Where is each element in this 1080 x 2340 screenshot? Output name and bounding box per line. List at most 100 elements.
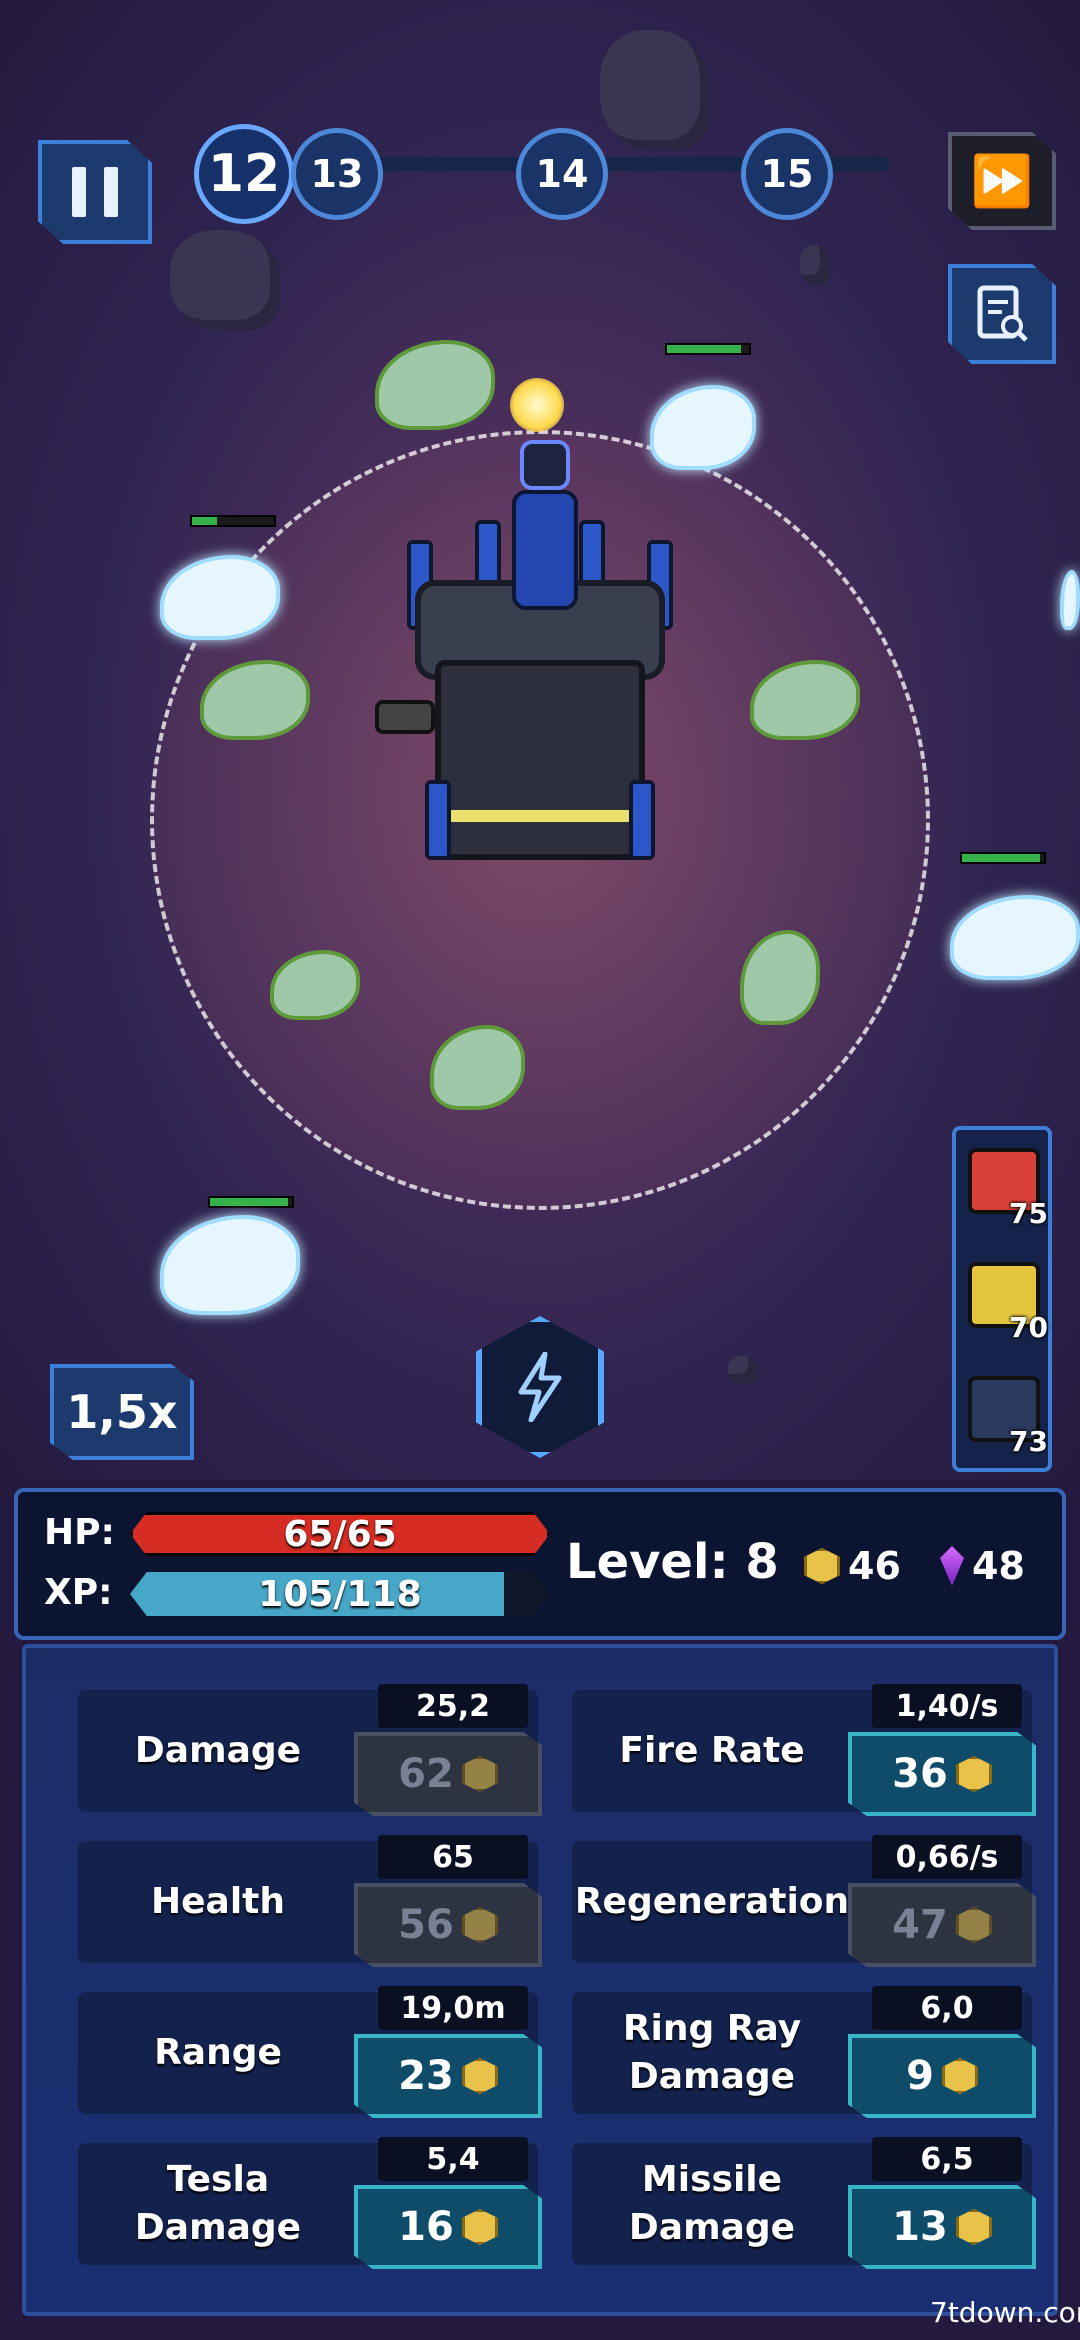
fast-forward-button[interactable]: ⏩ [948,132,1056,230]
hp-label: HP: [44,1512,115,1553]
rock [170,230,280,330]
upgrade-name: Missile Damage [628,2159,796,2248]
upgrade-buy-button[interactable]: 36 [848,1732,1036,1816]
upgrade-name: Damage [134,1730,302,1771]
player-level: Level: 8 [566,1534,779,1590]
enemy-health-bar [960,852,1046,864]
rock [728,1356,758,1384]
xp-value: 105/118 [258,1573,422,1615]
wave-upcoming: 13 [291,128,383,220]
upgrade-name: Fire Rate [619,1730,805,1771]
coin-icon [461,2209,498,2245]
upgrade-name: Health [150,1881,285,1922]
upgrade-buy-button[interactable]: 62 [354,1732,542,1816]
upgrade-card: Damage 25,2 62 [78,1684,542,1816]
upgrade-card: Fire Rate 1,40/s 36 [572,1684,1036,1816]
upgrade-buy-button[interactable]: 47 [848,1883,1036,1967]
rock [800,245,830,285]
upgrade-buy-button[interactable]: 56 [354,1883,542,1967]
enemy [650,385,756,470]
upgrade-cost: 13 [892,2204,948,2250]
rock [600,30,710,150]
upgrade-cost: 62 [398,1751,454,1797]
enemy [200,660,310,740]
upgrade-buy-button[interactable]: 13 [848,2185,1036,2269]
enemy-health-bar [208,1196,294,1208]
upgrade-card: Range 19,0m 23 [78,1986,542,2118]
pause-button[interactable] [38,140,152,244]
wave-upcoming: 14 [516,128,608,220]
gem-balance: 48 [940,1544,1025,1588]
coin-icon [955,1907,992,1943]
coin-icon [804,1548,840,1584]
enemy [430,1025,525,1110]
powerup-count: 75 [1009,1197,1048,1230]
upgrade-cost: 56 [398,1902,454,1948]
upgrade-buy-button[interactable]: 9 [848,2034,1036,2118]
hp-bar: 65/65 [130,1512,550,1556]
game-speed-button[interactable]: 1,5x [50,1364,194,1460]
fast-forward-icon: ⏩ [970,151,1034,210]
enemy-health-bar [190,515,276,527]
enemy [160,555,280,640]
energy-orb [510,378,564,432]
upgrade-card: Regeneration 0,66/s 47 [572,1835,1036,1967]
document-search-icon [977,285,1028,342]
wave-upcoming: 15 [741,128,833,220]
upgrade-value: 6,5 [872,2137,1022,2181]
pause-icon [72,167,86,217]
stats-log-button[interactable] [948,264,1056,364]
upgrade-cost: 9 [906,2053,934,2099]
enemy [270,950,360,1020]
upgrade-value: 0,66/s [872,1835,1022,1879]
enemy [160,1215,300,1315]
coin-icon [461,2058,498,2094]
enemy [375,340,495,430]
upgrade-name: Range [154,2032,282,2073]
coin-icon [941,2058,978,2094]
gem-count: 48 [972,1544,1025,1588]
powerup-count: 73 [1009,1425,1048,1458]
wave-current: 12 [194,124,294,224]
hp-value: 65/65 [283,1513,397,1555]
coin-count: 46 [848,1544,901,1588]
enemy-health-bar [665,343,751,355]
enemy [750,660,860,740]
upgrade-card: Ring Ray Damage 6,0 9 [572,1986,1036,2118]
upgrade-name: Regeneration [574,1881,850,1922]
upgrade-value: 6,0 [872,1986,1022,2030]
status-bar: HP: 65/65 XP: 105/118 Level: 8 46 48 [14,1488,1066,1640]
hero-character [490,400,600,620]
coin-balance: 46 [804,1544,901,1588]
upgrade-cost: 23 [398,2053,454,2099]
coin-icon [955,2209,992,2245]
upgrade-name: Tesla Damage [134,2159,302,2248]
upgrade-card: Missile Damage 6,5 13 [572,2137,1036,2269]
enemy [950,895,1080,980]
upgrade-buy-button[interactable]: 16 [354,2185,542,2269]
coin-icon [955,1756,992,1792]
upgrade-cost: 36 [892,1751,948,1797]
watermark: 7tdown.com [930,2296,1080,2329]
enemy [740,930,820,1025]
upgrade-name: Ring Ray Damage [622,2008,802,2097]
upgrade-value: 19,0m [378,1986,528,2030]
upgrade-card: Health 65 56 [78,1835,542,1967]
enemy [1060,570,1080,630]
ability-button[interactable] [476,1316,604,1458]
lightning-icon [518,1352,562,1422]
upgrade-cost: 16 [398,2204,454,2250]
upgrade-cost: 47 [892,1902,948,1948]
powerup-panel: 75 70 73 [952,1126,1052,1472]
game-scene[interactable]: 12 13 14 15 ⏩ 75 70 73 1,5x [0,0,1080,1480]
upgrade-value: 65 [378,1835,528,1879]
upgrade-buy-button[interactable]: 23 [354,2034,542,2118]
gem-icon [940,1546,964,1586]
upgrade-card: Tesla Damage 5,4 16 [78,2137,542,2269]
powerup-medkit[interactable]: 75 [964,1144,1048,1230]
coin-icon [461,1756,498,1792]
upgrade-value: 1,40/s [872,1684,1022,1728]
powerup-speed-boost[interactable]: 70 [964,1258,1048,1344]
powerup-freeze[interactable]: 73 [964,1372,1048,1458]
coin-icon [461,1907,498,1943]
